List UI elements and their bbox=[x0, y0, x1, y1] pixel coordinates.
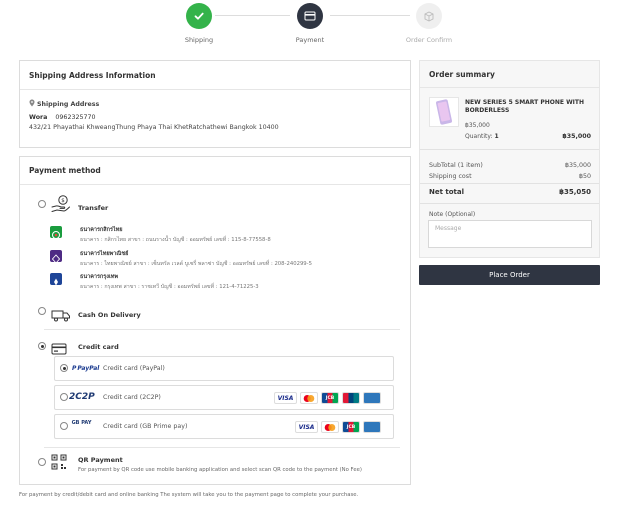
radio-qr[interactable] bbox=[38, 458, 46, 466]
unionpay-icon bbox=[342, 392, 360, 404]
credit-option-gbpay[interactable]: GB PAY Credit card (GB Prime pay) VISA J… bbox=[54, 414, 394, 439]
bank-name: ธนาคารไทยพาณิชย์ bbox=[80, 251, 129, 257]
svg-text:$: $ bbox=[61, 198, 65, 204]
amex-icon bbox=[363, 421, 381, 433]
card-icon bbox=[297, 3, 323, 29]
scb-logo-icon bbox=[50, 250, 62, 264]
kasikorn-logo-icon bbox=[50, 226, 62, 239]
product-quantity: Quantity: 1 bbox=[465, 133, 499, 140]
payment-footnote: For payment by credit/debit card and onl… bbox=[19, 492, 359, 498]
panel-title: Order summary bbox=[420, 61, 599, 88]
credit-option-name: Credit card (2C2P) bbox=[103, 394, 161, 401]
radio-paypal[interactable] bbox=[60, 364, 68, 372]
radio-gbpay[interactable] bbox=[60, 422, 68, 430]
card-brand-logos: VISA JCB bbox=[274, 392, 381, 404]
bank-name: ธนาคารกสิกรไทย bbox=[80, 227, 123, 233]
mastercard-icon bbox=[300, 392, 318, 404]
divider bbox=[420, 183, 599, 184]
credit-card-label: Credit card bbox=[78, 343, 119, 351]
divider bbox=[44, 329, 400, 330]
recipient-phone: 0962325770 bbox=[55, 114, 96, 121]
radio-transfer[interactable] bbox=[38, 200, 46, 208]
recipient-name: Wora bbox=[29, 114, 48, 121]
jcb-icon: JCB bbox=[342, 421, 360, 433]
step-label: Payment bbox=[295, 36, 325, 44]
product-total: ฿35,000 bbox=[562, 133, 591, 140]
note-label: Note (Optional) bbox=[429, 211, 476, 218]
shipping-cost-value: ฿50 bbox=[578, 173, 591, 180]
place-order-button[interactable]: Place Order bbox=[419, 265, 600, 285]
visa-icon: VISA bbox=[274, 392, 297, 404]
credit-option-2c2p[interactable]: 2C2P Credit card (2C2P) VISA JCB bbox=[54, 385, 394, 410]
note-textarea[interactable] bbox=[428, 220, 592, 248]
paypal-logo-icon: PPayPal bbox=[72, 365, 100, 372]
box-icon bbox=[416, 3, 442, 29]
bank-detail: ธนาคาร : กสิกรไทย สาขา : ถนนรางน้ำ บัญชี… bbox=[80, 237, 271, 243]
panel-title: Payment method bbox=[20, 157, 410, 185]
step-label: Shipping bbox=[184, 36, 214, 44]
radio-credit-card[interactable] bbox=[38, 342, 46, 350]
credit-option-name: Credit card (GB Prime pay) bbox=[103, 423, 188, 430]
step-label: Order Confirm bbox=[405, 36, 453, 44]
transfer-hand-icon: $ bbox=[51, 194, 71, 218]
shipping-cost-label: Shipping cost bbox=[429, 173, 472, 180]
step-order-confirm: Order Confirm bbox=[389, 3, 469, 44]
transfer-label: Transfer bbox=[78, 204, 109, 212]
panel-title: Shipping Address Information bbox=[20, 61, 410, 90]
credit-option-paypal[interactable]: PPayPal Credit card (PayPal) bbox=[54, 356, 394, 381]
divider bbox=[44, 447, 400, 448]
qr-description: For payment by QR code use mobile bankin… bbox=[78, 467, 362, 473]
bangkok-bank-logo-icon bbox=[50, 273, 62, 286]
bank-item-bangkok: ธนาคารกรุงเทพ ธนาคาร : กรุงเทพ สาขา : รา… bbox=[80, 273, 259, 291]
mastercard-icon bbox=[321, 421, 339, 433]
subtotal-label: SubTotal (1 item) bbox=[429, 162, 483, 169]
amex-icon bbox=[363, 392, 381, 404]
bank-detail: ธนาคาร : กรุงเทพ สาขา : ราชเทวี บัญชี : … bbox=[80, 284, 259, 290]
product-price: ฿35,000 bbox=[465, 122, 490, 129]
product-image bbox=[429, 97, 459, 127]
subtotal-value: ฿35,000 bbox=[564, 162, 591, 169]
subtotal-row: SubTotal (1 item) ฿35,000 bbox=[429, 162, 591, 169]
recipient-address: 432/21 Phayathai KhweangThung Phaya Thai… bbox=[29, 124, 279, 131]
net-total-value: ฿35,050 bbox=[559, 188, 591, 196]
qr-code-icon bbox=[51, 454, 67, 474]
delivery-truck-icon bbox=[51, 307, 71, 326]
credit-option-name: Credit card (PayPal) bbox=[103, 365, 165, 372]
cod-label: Cash On Delivery bbox=[78, 311, 141, 319]
divider bbox=[420, 149, 599, 150]
bank-detail: ธนาคาร : ไทยพาณิชย์ สาขา : เซ็นทรัล เวลด… bbox=[80, 261, 312, 267]
radio-2c2p[interactable] bbox=[60, 393, 68, 401]
payment-method-panel: Payment method $ Transfer ธนาคารกสิกรไทย… bbox=[19, 156, 411, 485]
net-total-row: Net total ฿35,050 bbox=[429, 188, 591, 196]
card-brand-logos: VISA JCB bbox=[295, 421, 381, 433]
bank-item-kasikorn: ธนาคารกสิกรไทย ธนาคาร : กสิกรไทย สาขา : … bbox=[80, 226, 271, 244]
bank-item-scb: ธนาคารไทยพาณิชย์ ธนาคาร : ไทยพาณิชย์ สาข… bbox=[80, 250, 312, 268]
checkout-stepper: Shipping Payment Order Confirm bbox=[0, 0, 620, 50]
radio-cod[interactable] bbox=[38, 307, 46, 315]
bank-name: ธนาคารกรุงเทพ bbox=[80, 274, 119, 280]
jcb-icon: JCB bbox=[321, 392, 339, 404]
step-payment[interactable]: Payment bbox=[270, 3, 350, 44]
qr-label: QR Payment bbox=[78, 456, 123, 464]
shipping-cost-row: Shipping cost ฿50 bbox=[429, 173, 591, 180]
step-shipping[interactable]: Shipping bbox=[159, 3, 239, 44]
gb-pay-logo-icon: GB PAY bbox=[71, 420, 92, 426]
order-summary-panel: Order summary NEW SERIES 5 SMART PHONE W… bbox=[419, 60, 600, 258]
2c2p-logo-icon: 2C2P bbox=[69, 392, 95, 402]
shipping-address-label: Shipping Address bbox=[37, 100, 100, 108]
location-pin-icon bbox=[29, 99, 37, 109]
product-name: NEW SERIES 5 SMART PHONE WITH BORDERLESS bbox=[465, 99, 585, 115]
visa-icon: VISA bbox=[295, 421, 318, 433]
net-total-label: Net total bbox=[429, 188, 465, 196]
check-icon bbox=[186, 3, 212, 29]
shipping-address-panel: Shipping Address Information Shipping Ad… bbox=[19, 60, 411, 148]
divider bbox=[420, 203, 599, 204]
